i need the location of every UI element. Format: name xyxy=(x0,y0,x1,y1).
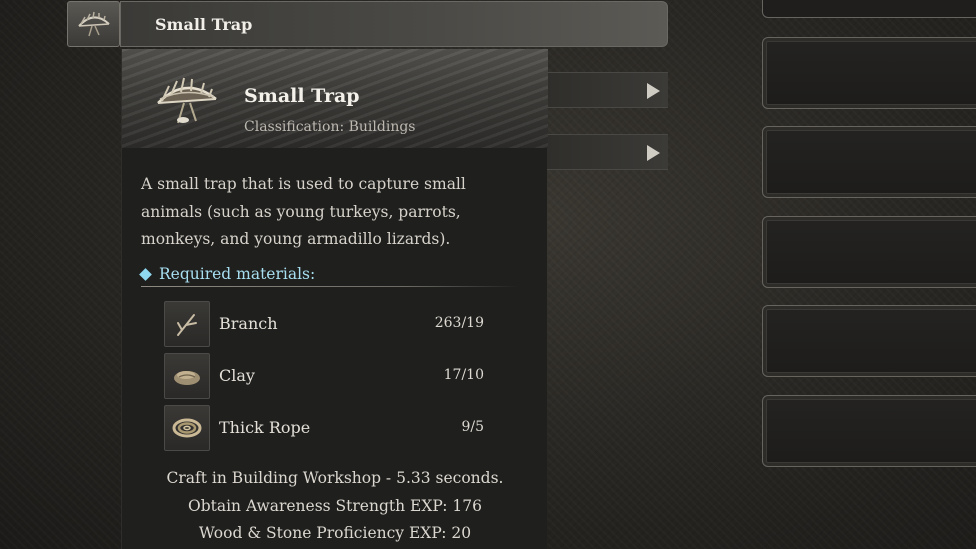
small-trap-icon xyxy=(157,77,217,124)
material-name: Clay xyxy=(219,366,255,385)
header-item-bar[interactable]: Small Trap xyxy=(120,1,668,47)
craft-info: Craft in Building Workshop - 5.33 second… xyxy=(166,469,504,487)
slot-2[interactable] xyxy=(762,126,976,198)
material-row: Clay 17/10 xyxy=(164,353,484,399)
tooltip-classification: Classification: Buildings xyxy=(244,119,416,135)
header-item-icon-tile[interactable] xyxy=(67,1,120,47)
proficiency-exp: Wood & Stone Proficiency EXP: 20 xyxy=(198,524,472,542)
material-name: Branch xyxy=(219,314,278,333)
slot-0[interactable] xyxy=(762,0,976,18)
required-materials-label: Required materials: xyxy=(159,265,316,283)
slot-5[interactable] xyxy=(762,395,976,467)
list-row-2[interactable] xyxy=(545,134,668,170)
slot-3[interactable] xyxy=(762,216,976,288)
slot-4[interactable] xyxy=(762,305,976,377)
rope-icon xyxy=(164,405,210,451)
awareness-exp: Obtain Awareness Strength EXP: 176 xyxy=(188,497,482,515)
material-row: Branch 263/19 xyxy=(164,301,484,347)
header-title: Small Trap xyxy=(155,15,253,34)
expand-arrow-icon[interactable] xyxy=(647,83,660,99)
slot-1[interactable] xyxy=(762,37,976,109)
tooltip-description: A small trap that is used to capture sma… xyxy=(141,175,466,248)
material-count: 9/5 xyxy=(461,419,484,435)
small-trap-icon xyxy=(77,11,110,37)
diamond-bullet-icon xyxy=(139,267,152,281)
item-tooltip: Small Trap Classification: Buildings A s… xyxy=(121,49,548,549)
tooltip-title: Small Trap xyxy=(244,85,360,107)
expand-arrow-icon[interactable] xyxy=(647,145,660,161)
material-count: 263/19 xyxy=(434,315,484,331)
branch-icon xyxy=(164,301,210,347)
material-row: Thick Rope 9/5 xyxy=(164,405,484,451)
list-row-1[interactable] xyxy=(545,72,668,108)
material-name: Thick Rope xyxy=(219,418,311,437)
material-count: 17/10 xyxy=(443,367,484,383)
required-materials-heading: Required materials: xyxy=(139,265,316,283)
divider xyxy=(141,286,519,287)
clay-icon xyxy=(164,353,210,399)
